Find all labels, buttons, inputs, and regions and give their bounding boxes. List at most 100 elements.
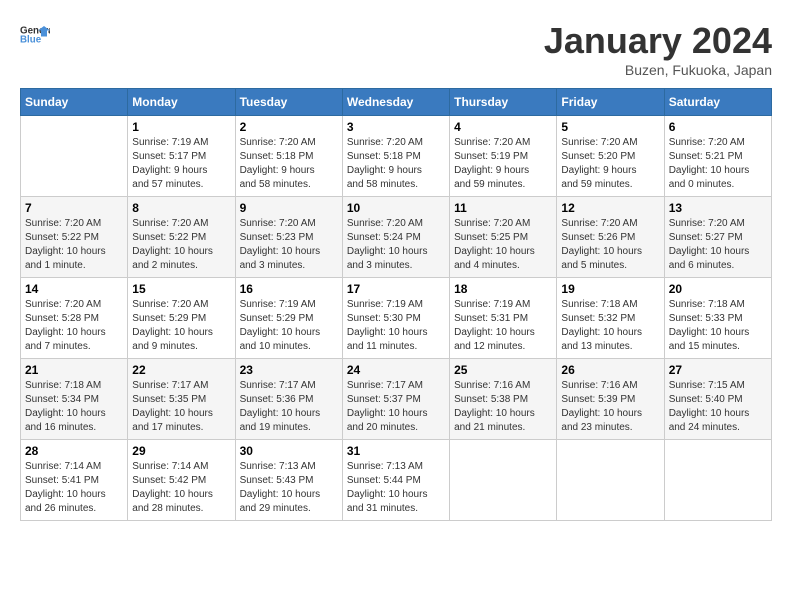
calendar-cell: 16 Sunrise: 7:19 AM Sunset: 5:29 PM Dayli… — [235, 278, 342, 359]
day-info: Sunrise: 7:20 AM Sunset: 5:26 PM Dayligh… — [561, 217, 659, 273]
day-info: Sunrise: 7:13 AM Sunset: 5:44 PM Dayligh… — [347, 460, 445, 516]
day-number: 23 — [240, 363, 338, 377]
day-number: 4 — [454, 120, 552, 134]
location-subtitle: Buzen, Fukuoka, Japan — [544, 62, 772, 78]
weekday-header-row: Sunday Monday Tuesday Wednesday Thursday… — [21, 89, 772, 116]
calendar-cell: 25Sunrise: 7:16 AM Sunset: 5:38 PM Dayli… — [450, 359, 557, 440]
calendar-cell: 22 Sunrise: 7:17 AM Sunset: 5:35 PM Dayli… — [128, 359, 235, 440]
calendar-cell: 6 Sunrise: 7:20 AM Sunset: 5:21 PM Daylig… — [664, 116, 771, 197]
day-info: Sunrise: 7:18 AM Sunset: 5:32 PM Dayligh… — [561, 298, 659, 354]
day-number: 12 — [561, 201, 659, 215]
calendar-cell: 15 Sunrise: 7:20 AM Sunset: 5:29 PM Dayli… — [128, 278, 235, 359]
day-info: Sunrise: 7:20 AM Sunset: 5:18 PM Dayligh… — [240, 136, 338, 192]
calendar-week-row: 14 Sunrise: 7:20 AM Sunset: 5:28 PM Dayli… — [21, 278, 772, 359]
day-number: 21 — [25, 363, 123, 377]
calendar-cell: 14 Sunrise: 7:20 AM Sunset: 5:28 PM Dayli… — [21, 278, 128, 359]
day-number: 24 — [347, 363, 445, 377]
calendar-week-row: 21Sunrise: 7:18 AM Sunset: 5:34 PM Dayli… — [21, 359, 772, 440]
day-number: 19 — [561, 282, 659, 296]
day-number: 14 — [25, 282, 123, 296]
weekday-sunday: Sunday — [21, 89, 128, 116]
calendar-cell: 5 Sunrise: 7:20 AM Sunset: 5:20 PM Daylig… — [557, 116, 664, 197]
calendar-cell: 13Sunrise: 7:20 AM Sunset: 5:27 PM Dayli… — [664, 197, 771, 278]
day-number: 7 — [25, 201, 123, 215]
calendar-cell: 20 Sunrise: 7:18 AM Sunset: 5:33 PM Dayli… — [664, 278, 771, 359]
day-number: 8 — [132, 201, 230, 215]
weekday-friday: Friday — [557, 89, 664, 116]
day-number: 26 — [561, 363, 659, 377]
day-number: 5 — [561, 120, 659, 134]
calendar-week-row: 1 Sunrise: 7:19 AM Sunset: 5:17 PM Daylig… — [21, 116, 772, 197]
calendar-cell — [450, 440, 557, 521]
calendar-cell: 28Sunrise: 7:14 AM Sunset: 5:41 PM Dayli… — [21, 440, 128, 521]
day-info: Sunrise: 7:20 AM Sunset: 5:22 PM Dayligh… — [132, 217, 230, 273]
calendar-cell: 11Sunrise: 7:20 AM Sunset: 5:25 PM Dayli… — [450, 197, 557, 278]
svg-text:Blue: Blue — [20, 35, 42, 46]
weekday-wednesday: Wednesday — [342, 89, 449, 116]
day-number: 6 — [669, 120, 767, 134]
day-number: 3 — [347, 120, 445, 134]
day-number: 22 — [132, 363, 230, 377]
day-number: 15 — [132, 282, 230, 296]
logo-icon: General Blue — [20, 20, 50, 50]
day-number: 9 — [240, 201, 338, 215]
day-info: Sunrise: 7:17 AM Sunset: 5:35 PM Dayligh… — [132, 379, 230, 435]
weekday-saturday: Saturday — [664, 89, 771, 116]
day-number: 20 — [669, 282, 767, 296]
calendar-header: Sunday Monday Tuesday Wednesday Thursday… — [21, 89, 772, 116]
calendar-cell: 27Sunrise: 7:15 AM Sunset: 5:40 PM Dayli… — [664, 359, 771, 440]
day-number: 29 — [132, 444, 230, 458]
calendar-cell — [557, 440, 664, 521]
calendar-cell: 24 Sunrise: 7:17 AM Sunset: 5:37 PM Dayli… — [342, 359, 449, 440]
day-info: Sunrise: 7:13 AM Sunset: 5:43 PM Dayligh… — [240, 460, 338, 516]
calendar-cell: 9 Sunrise: 7:20 AM Sunset: 5:23 PM Daylig… — [235, 197, 342, 278]
day-info: Sunrise: 7:20 AM Sunset: 5:18 PM Dayligh… — [347, 136, 445, 192]
day-number: 13 — [669, 201, 767, 215]
day-info: Sunrise: 7:20 AM Sunset: 5:29 PM Dayligh… — [132, 298, 230, 354]
calendar-cell: 19 Sunrise: 7:18 AM Sunset: 5:32 PM Dayli… — [557, 278, 664, 359]
calendar-cell: 26 Sunrise: 7:16 AM Sunset: 5:39 PM Dayli… — [557, 359, 664, 440]
calendar-cell: 29Sunrise: 7:14 AM Sunset: 5:42 PM Dayli… — [128, 440, 235, 521]
day-info: Sunrise: 7:20 AM Sunset: 5:21 PM Dayligh… — [669, 136, 767, 192]
day-info: Sunrise: 7:18 AM Sunset: 5:33 PM Dayligh… — [669, 298, 767, 354]
calendar-cell: 30 Sunrise: 7:13 AM Sunset: 5:43 PM Dayli… — [235, 440, 342, 521]
weekday-thursday: Thursday — [450, 89, 557, 116]
day-info: Sunrise: 7:17 AM Sunset: 5:37 PM Dayligh… — [347, 379, 445, 435]
weekday-tuesday: Tuesday — [235, 89, 342, 116]
day-info: Sunrise: 7:20 AM Sunset: 5:20 PM Dayligh… — [561, 136, 659, 192]
calendar-week-row: 7 Sunrise: 7:20 AM Sunset: 5:22 PM Daylig… — [21, 197, 772, 278]
calendar-cell: 1 Sunrise: 7:19 AM Sunset: 5:17 PM Daylig… — [128, 116, 235, 197]
calendar-cell: 21Sunrise: 7:18 AM Sunset: 5:34 PM Dayli… — [21, 359, 128, 440]
day-number: 18 — [454, 282, 552, 296]
calendar-cell — [21, 116, 128, 197]
calendar-week-row: 28Sunrise: 7:14 AM Sunset: 5:41 PM Dayli… — [21, 440, 772, 521]
day-info: Sunrise: 7:19 AM Sunset: 5:29 PM Dayligh… — [240, 298, 338, 354]
day-number: 31 — [347, 444, 445, 458]
logo: General Blue — [20, 20, 50, 50]
calendar-cell: 17Sunrise: 7:19 AM Sunset: 5:30 PM Dayli… — [342, 278, 449, 359]
day-number: 17 — [347, 282, 445, 296]
calendar-table: Sunday Monday Tuesday Wednesday Thursday… — [20, 88, 772, 521]
day-number: 28 — [25, 444, 123, 458]
calendar-cell: 8 Sunrise: 7:20 AM Sunset: 5:22 PM Daylig… — [128, 197, 235, 278]
day-number: 27 — [669, 363, 767, 377]
day-info: Sunrise: 7:20 AM Sunset: 5:23 PM Dayligh… — [240, 217, 338, 273]
calendar-cell: 23 Sunrise: 7:17 AM Sunset: 5:36 PM Dayli… — [235, 359, 342, 440]
day-info: Sunrise: 7:20 AM Sunset: 5:28 PM Dayligh… — [25, 298, 123, 354]
day-info: Sunrise: 7:20 AM Sunset: 5:19 PM Dayligh… — [454, 136, 552, 192]
day-info: Sunrise: 7:16 AM Sunset: 5:39 PM Dayligh… — [561, 379, 659, 435]
calendar-cell: 3 Sunrise: 7:20 AM Sunset: 5:18 PM Daylig… — [342, 116, 449, 197]
calendar-cell: 12 Sunrise: 7:20 AM Sunset: 5:26 PM Dayli… — [557, 197, 664, 278]
day-number: 10 — [347, 201, 445, 215]
day-number: 25 — [454, 363, 552, 377]
calendar-cell: 4 Sunrise: 7:20 AM Sunset: 5:19 PM Daylig… — [450, 116, 557, 197]
day-info: Sunrise: 7:19 AM Sunset: 5:17 PM Dayligh… — [132, 136, 230, 192]
day-number: 1 — [132, 120, 230, 134]
day-info: Sunrise: 7:20 AM Sunset: 5:24 PM Dayligh… — [347, 217, 445, 273]
day-info: Sunrise: 7:20 AM Sunset: 5:25 PM Dayligh… — [454, 217, 552, 273]
day-number: 16 — [240, 282, 338, 296]
day-info: Sunrise: 7:17 AM Sunset: 5:36 PM Dayligh… — [240, 379, 338, 435]
day-info: Sunrise: 7:20 AM Sunset: 5:22 PM Dayligh… — [25, 217, 123, 273]
month-title: January 2024 — [544, 20, 772, 62]
day-number: 30 — [240, 444, 338, 458]
